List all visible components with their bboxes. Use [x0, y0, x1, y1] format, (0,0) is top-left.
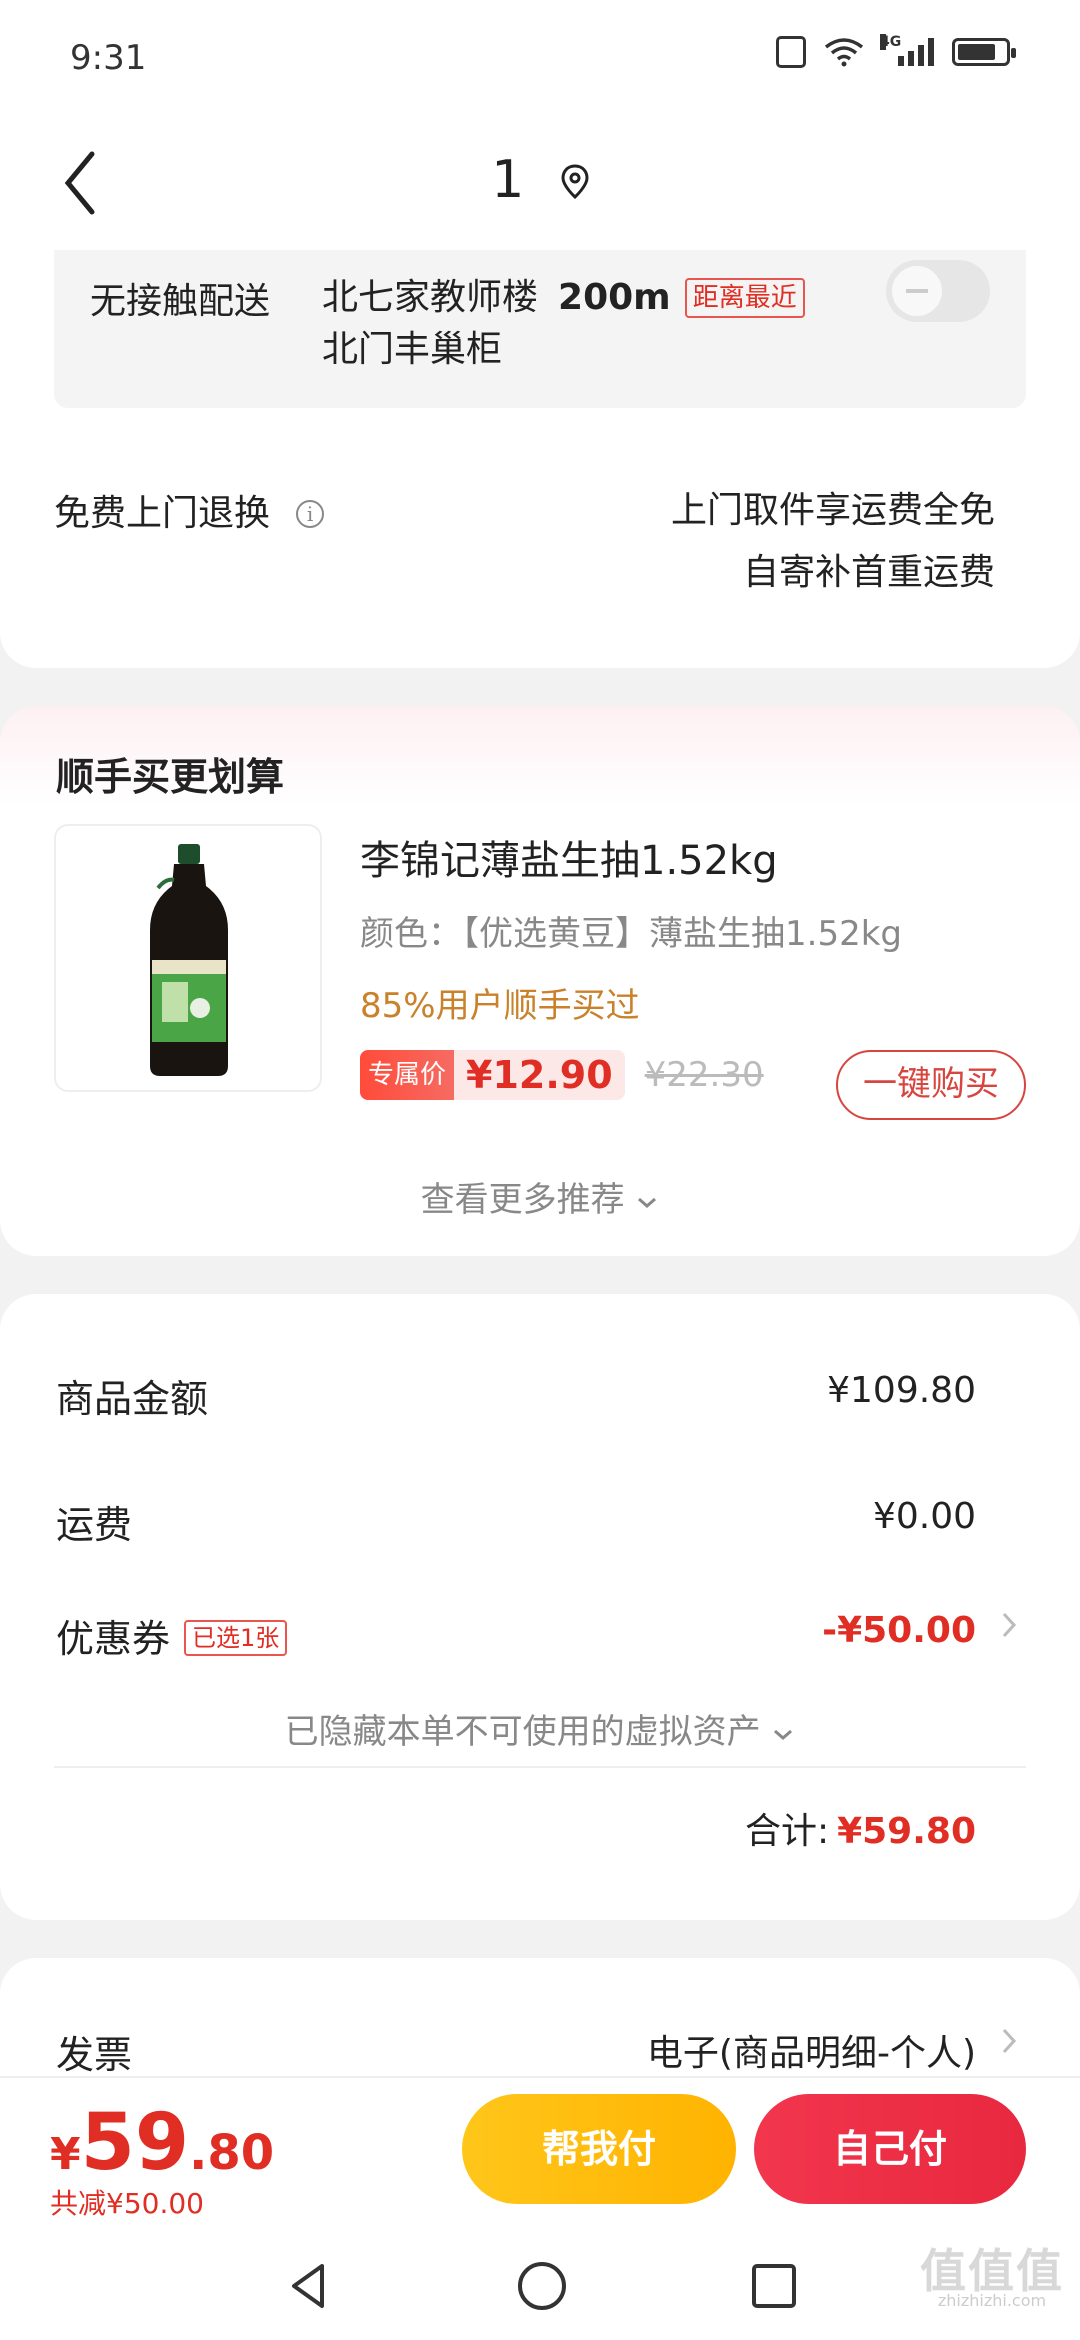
- soy-sauce-bottle-icon: [150, 844, 228, 1076]
- toggle-knob: [892, 266, 942, 316]
- coupon-row[interactable]: 优惠券 已选1张: [56, 1608, 288, 1663]
- info-icon[interactable]: i: [296, 500, 325, 528]
- header: 1: [0, 120, 1080, 250]
- system-nav-bar: 值值值 zhizhizhi.com: [0, 2236, 1080, 2340]
- nav-back-icon[interactable]: [282, 2258, 338, 2318]
- recommend-title: 顺手买更划算: [56, 755, 285, 799]
- watermark-url: zhizhizhi.com: [937, 2291, 1047, 2310]
- network-label: 4G: [880, 34, 902, 50]
- exclusive-price-tag: 专属价: [360, 1050, 455, 1100]
- self-pay-button[interactable]: 自己付: [754, 2094, 1026, 2204]
- invoice-value: 电子(商品明细-个人): [646, 2033, 976, 2074]
- goods-amount-value: ¥109.80: [827, 1370, 976, 1411]
- chevron-down-icon: [774, 1729, 793, 1740]
- chevron-right-icon: [1000, 2024, 1018, 2065]
- bottom-action-bar: ¥59.80 共减¥50.00 帮我付 自己付: [0, 2076, 1080, 2238]
- invoice-label: 发票: [56, 2033, 133, 2077]
- return-service: 免费上门退换 i: [54, 484, 325, 536]
- coupon-value[interactable]: -¥50.00: [822, 1610, 976, 1651]
- pickup-option[interactable]: 无接触配送 北七家教师楼 200m 距离最近 北门丰巢柜: [54, 250, 1026, 408]
- pickup-label: 无接触配送: [90, 281, 271, 322]
- divider: [54, 1766, 1026, 1768]
- total-value: ¥59.80: [837, 1811, 976, 1852]
- chevron-down-icon: [638, 1197, 657, 1208]
- saved-amount: 共减¥50.00: [50, 2187, 204, 2220]
- pickup-location-line1: 北七家教师楼: [322, 277, 539, 318]
- product-name[interactable]: 李锦记薄盐生抽1.52kg: [360, 828, 778, 886]
- return-terms-line2: 自寄补首重运费: [742, 552, 995, 593]
- help-pay-button[interactable]: 帮我付: [462, 2094, 736, 2204]
- pickup-location-line2: 北门丰巢柜: [322, 329, 503, 370]
- original-price: ¥22.30: [644, 1055, 764, 1095]
- vibrate-icon: [776, 36, 806, 68]
- one-click-buy-button[interactable]: 一键购买: [836, 1050, 1026, 1120]
- coupon-selected-tag: 已选1张: [184, 1620, 288, 1656]
- status-bar: 9:31 4G: [0, 0, 1080, 120]
- chevron-right-icon[interactable]: [1000, 1608, 1018, 1649]
- total-label: 合计:: [744, 1811, 830, 1852]
- signal-icon: 4G: [880, 34, 934, 66]
- delivery-card: 无接触配送 北七家教师楼 200m 距离最近 北门丰巢柜 免费上门退换 i 上门取件享…: [0, 250, 1080, 668]
- pay-total: ¥59.80: [50, 2098, 274, 2188]
- product-price: ¥12.90: [454, 1050, 625, 1100]
- wifi-icon: [824, 37, 864, 67]
- page-title: 1: [0, 150, 1080, 213]
- pickup-toggle[interactable]: [886, 260, 990, 322]
- pay-amount-dec: .80: [189, 2125, 275, 2181]
- social-proof: 85%用户顺手买过: [360, 986, 640, 1026]
- shipping-label: 运费: [56, 1503, 133, 1547]
- return-terms: 上门取件享运费全免 自寄补首重运费: [671, 480, 995, 604]
- recommend-card: 顺手买更划算 李锦记薄盐生抽1.52kg 颜色：【优选黄豆】薄盐生抽1.52kg…: [0, 706, 1080, 1256]
- hidden-assets-label: 已隐藏本单不可使用的虚拟资产: [284, 1712, 761, 1752]
- nav-recents-icon[interactable]: [746, 2258, 802, 2318]
- page-title-text: 1: [491, 150, 525, 210]
- pickup-location: 北七家教师楼 200m 距离最近 北门丰巢柜: [322, 272, 862, 376]
- location-pin-icon[interactable]: [561, 153, 589, 213]
- pickup-distance: 200m: [558, 277, 671, 318]
- nearest-tag: 距离最近: [684, 278, 805, 318]
- pay-currency: ¥: [50, 2129, 81, 2180]
- return-label: 免费上门退换: [54, 493, 271, 534]
- watermark-text: 值值值: [920, 2244, 1064, 2298]
- more-recommendations[interactable]: 查看更多推荐: [0, 1172, 1080, 1221]
- order-summary-card: 商品金额 ¥109.80 运费 ¥0.00 优惠券 已选1张 -¥50.00 已隐…: [0, 1294, 1080, 1920]
- pay-amount-int: 59: [80, 2098, 190, 2188]
- coupon-label: 优惠券: [56, 1617, 171, 1661]
- status-time: 9:31: [70, 38, 147, 78]
- return-terms-line1: 上门取件享运费全免: [670, 490, 995, 531]
- battery-icon: [952, 38, 1016, 66]
- product-image[interactable]: [54, 824, 322, 1092]
- total-row: 合计: ¥59.80: [745, 1802, 976, 1854]
- invoice-card[interactable]: 发票 电子(商品明细-个人): [0, 1958, 1080, 2078]
- nav-home-icon[interactable]: [514, 2258, 570, 2318]
- shipping-value: ¥0.00: [872, 1496, 976, 1537]
- watermark: 值值值 zhizhizhi.com: [920, 2244, 1064, 2316]
- more-recommendations-label: 查看更多推荐: [420, 1180, 625, 1220]
- status-icons: 4G: [776, 34, 1016, 68]
- hidden-assets-toggle[interactable]: 已隐藏本单不可使用的虚拟资产: [0, 1704, 1080, 1753]
- goods-amount-label: 商品金额: [56, 1377, 209, 1421]
- product-spec: 颜色：【优选黄豆】薄盐生抽1.52kg: [360, 914, 902, 954]
- price-row: 专属价 ¥12.90 ¥22.30: [360, 1050, 764, 1100]
